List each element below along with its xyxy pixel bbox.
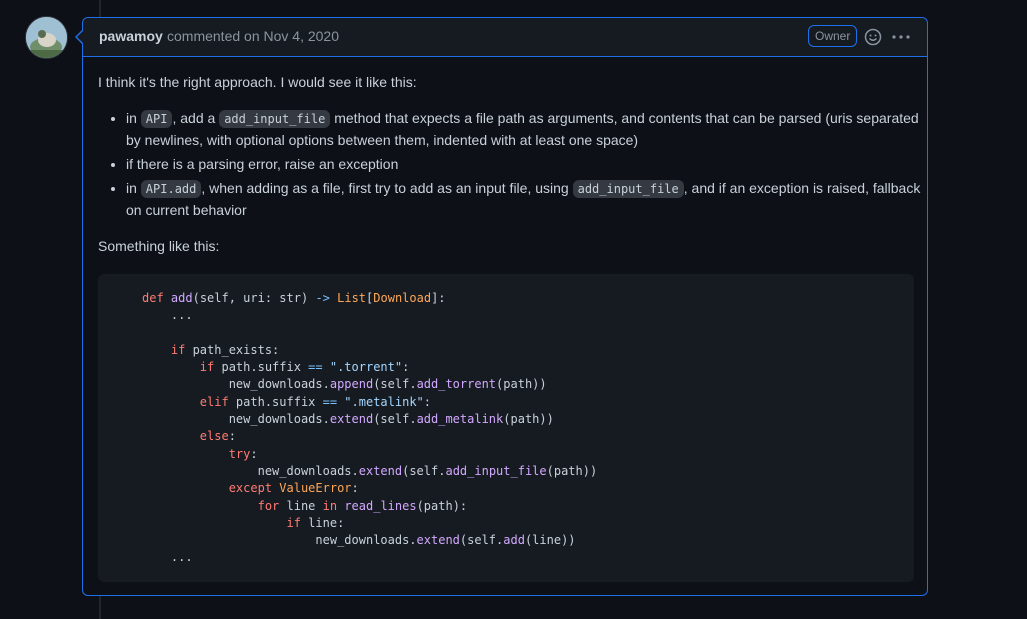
avatar[interactable]: [25, 16, 68, 59]
code-line: except ValueError:: [228, 481, 359, 496]
code-line: ...: [142, 308, 193, 323]
comment-box: pawamoy commented on Nov 4, 2020 Owner I…: [75, 17, 928, 596]
list-item: in API.add, when adding as a file, first…: [126, 178, 926, 221]
comment-header: pawamoy commented on Nov 4, 2020 Owner: [83, 18, 927, 57]
code-line: def add(self, uri: str) -> List[Download…: [142, 291, 446, 305]
inline-code: add_input_file: [572, 180, 684, 198]
text: , when adding as a file, first try to ad…: [201, 180, 573, 196]
code-line: if path.suffix == ".torrent":: [199, 360, 410, 375]
inline-code: add_input_file: [219, 110, 331, 128]
text: in: [126, 180, 141, 196]
bullet-list: in API, add a add_input_file method that…: [98, 108, 926, 224]
comment-meta: commented on Nov 4, 2020: [167, 28, 339, 44]
owner-badge: Owner: [808, 25, 858, 47]
text: , add a: [172, 110, 220, 126]
smiley-icon[interactable]: [863, 27, 883, 47]
inline-code: API: [140, 110, 173, 128]
avatar-image: [26, 17, 67, 58]
code-line: try:: [228, 446, 258, 461]
code-line: ...: [142, 550, 193, 565]
comment-outro: Something like this:: [98, 238, 220, 254]
code-line: new_downloads.extend(self.add_metalink(p…: [142, 412, 554, 427]
code-line: new_downloads.extend(self.add_input_file…: [142, 463, 598, 478]
code-line: for line in read_lines(path):: [257, 498, 468, 513]
code-line: elif path.suffix == ".metalink":: [199, 394, 432, 409]
comment-date-link[interactable]: Nov 4, 2020: [264, 28, 340, 44]
list-item: in API, add a add_input_file method that…: [126, 108, 926, 151]
list-item: if there is a parsing error, raise an ex…: [126, 154, 926, 175]
text: if there is a parsing error, raise an ex…: [126, 156, 399, 172]
comment-action: commented on: [167, 28, 260, 44]
code-line: if path_exists:: [170, 342, 280, 357]
author-link[interactable]: pawamoy: [99, 28, 163, 44]
text: in: [126, 110, 141, 126]
code-line: new_downloads.extend(self.add(line)): [142, 533, 576, 548]
inline-code: API.add: [140, 180, 202, 198]
code-line: else:: [199, 429, 236, 444]
code-line: if line:: [286, 515, 345, 530]
code-block: def add(self, uri: str) -> List[Download…: [98, 274, 914, 582]
comment-intro: I think it's the right approach. I would…: [98, 74, 417, 90]
kebab-menu-icon[interactable]: [891, 27, 911, 47]
code-line: new_downloads.append(self.add_torrent(pa…: [142, 377, 547, 392]
